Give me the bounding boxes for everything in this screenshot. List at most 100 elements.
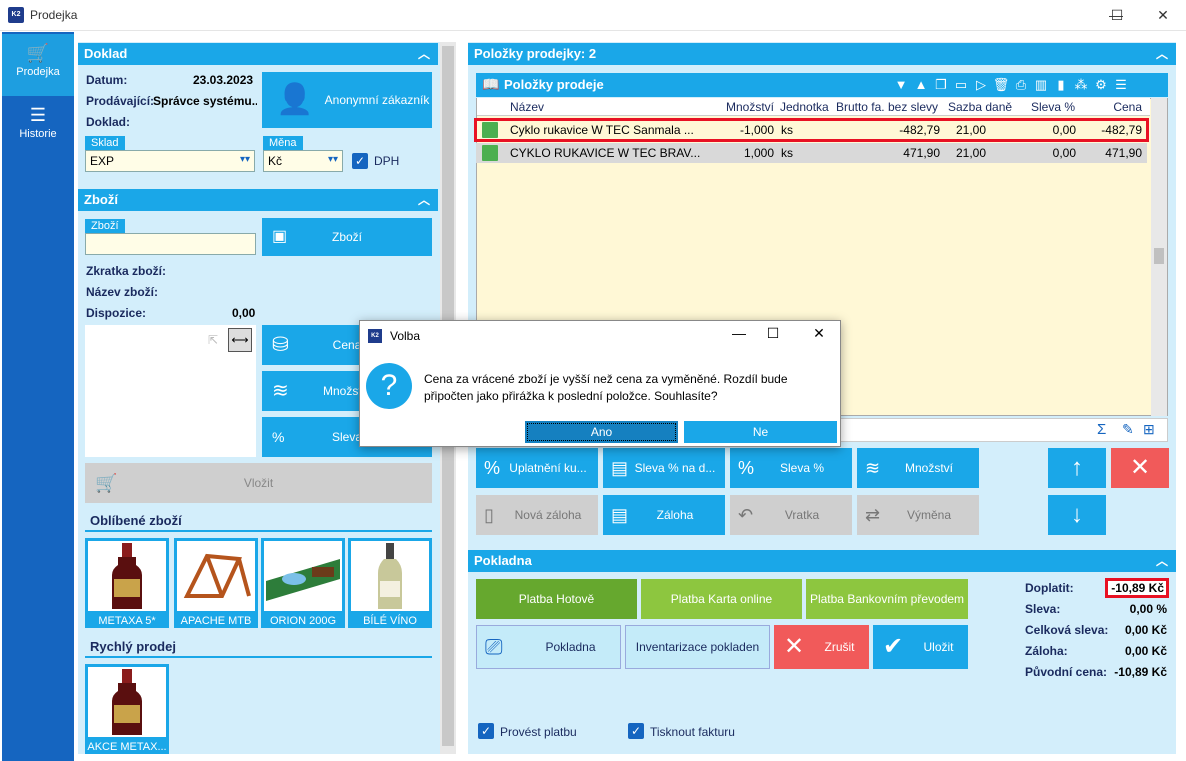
menu-icon[interactable]: ☰ bbox=[1111, 77, 1131, 93]
nav-historie[interactable]: ☰ Historie bbox=[2, 96, 74, 158]
document-icon[interactable]: ▭ bbox=[951, 77, 971, 93]
quick-product-metaxa[interactable]: AKCE METAX... bbox=[85, 664, 169, 754]
col-brutto[interactable]: Brutto fa. bez slevy bbox=[835, 97, 938, 117]
uplatneni-button[interactable]: % Uplatnění ku... bbox=[476, 448, 598, 488]
print-icon[interactable]: ⎙ bbox=[1011, 77, 1031, 93]
nova-zaloha-button[interactable]: ▯ Nová záloha bbox=[476, 495, 598, 535]
title-bar: K2 Prodejka — ☐ ✕ bbox=[0, 0, 1186, 31]
collapse-chevron-icon[interactable]: ︿ bbox=[414, 43, 434, 65]
wine-bottle-image bbox=[351, 541, 429, 611]
zbozi-input[interactable] bbox=[85, 233, 256, 255]
col-nazev[interactable]: Název bbox=[510, 97, 544, 117]
polozky-header: Položky prodejky: 2 ︿ bbox=[468, 43, 1176, 65]
table-row[interactable]: Cyklo rukavice W TEC Sanmala ... -1,000 … bbox=[474, 118, 1149, 142]
customer-button-label: Anonymní zákazník bbox=[324, 93, 430, 107]
anonymous-customer-button[interactable]: 👤 Anonymní zákazník bbox=[262, 72, 432, 128]
table-row[interactable]: CYKLO RUKAVICE W TEC BRAV... 1,000 ks 47… bbox=[476, 143, 1147, 163]
sklad-tag: Sklad bbox=[85, 136, 125, 150]
dispozice-value: 0,00 bbox=[232, 306, 256, 320]
platba-bank-button[interactable]: Platba Bankovním převodem bbox=[806, 579, 968, 619]
col-jednotka[interactable]: Jednotka bbox=[780, 97, 829, 117]
col-mnozstvi[interactable]: Množství bbox=[707, 97, 774, 117]
collapse-chevron-icon[interactable]: ︿ bbox=[414, 189, 434, 211]
platba-hotove-button[interactable]: Platba Hotově bbox=[476, 579, 637, 619]
layers-icon: ≋ bbox=[272, 380, 289, 402]
sklad-select[interactable]: EXP ▾▾ bbox=[85, 150, 255, 172]
dropdown-icon: ▾▾ bbox=[239, 154, 250, 165]
nova-zaloha-label: Nová záloha bbox=[514, 508, 582, 522]
col-cena[interactable]: Cena bbox=[1077, 97, 1142, 117]
zaloha-button[interactable]: ▤ Záloha bbox=[603, 495, 725, 535]
add-table-icon[interactable]: ⊞ bbox=[1143, 421, 1155, 438]
vlozit-button[interactable]: 🛒 Vložit bbox=[85, 463, 432, 503]
close-window-button[interactable]: ✕ bbox=[1140, 0, 1186, 31]
pokladna-header: Pokladna ︿ bbox=[468, 550, 1176, 572]
up-icon[interactable]: ▲ bbox=[911, 77, 931, 92]
ano-button[interactable]: Ano bbox=[525, 421, 678, 443]
coins-icon: ⛁ bbox=[272, 334, 289, 356]
ne-button[interactable]: Ne bbox=[684, 421, 837, 443]
chart-icon[interactable]: ▥ bbox=[1031, 77, 1051, 93]
row-mnozstvi: -1,000 bbox=[739, 123, 774, 137]
col-sazba[interactable]: Sazba daně bbox=[948, 97, 1012, 117]
celkova-sleva-label: Celková sleva: bbox=[1025, 623, 1109, 637]
filter-icon[interactable]: ▼ bbox=[891, 77, 911, 92]
bike-frame-image bbox=[177, 541, 255, 611]
vratka-button[interactable]: ↶ Vratka bbox=[730, 495, 852, 535]
nazev-zbozi-label: Název zboží: bbox=[86, 285, 159, 299]
dialog-maximize-button[interactable]: ☐ bbox=[758, 325, 788, 342]
sum-icon[interactable]: Σ bbox=[1097, 421, 1106, 438]
resize-horizontal-icon[interactable]: ⟷ bbox=[228, 328, 252, 352]
fav-product-bile-vino[interactable]: BÍLÉ VÍNO bbox=[348, 538, 432, 628]
move-up-button[interactable]: ↑ bbox=[1048, 448, 1106, 488]
zrusit-button[interactable]: ✕ Zrušit bbox=[774, 625, 869, 669]
pokladna-button[interactable]: ⎚ Pokladna bbox=[476, 625, 621, 669]
x-icon: ✕ bbox=[784, 633, 805, 660]
vratka-label: Vratka bbox=[784, 508, 820, 522]
close-icon: ✕ bbox=[813, 325, 825, 341]
volba-dialog: K2 Volba — ☐ ✕ ? Cena za vrácené zboží j… bbox=[359, 320, 841, 447]
zrusit-label: Zrušit bbox=[824, 640, 855, 654]
vymena-button[interactable]: ⇄ Výměna bbox=[857, 495, 979, 535]
dialog-close-button[interactable]: ✕ bbox=[804, 325, 834, 342]
tisknout-fakturu-checkbox[interactable]: ✓ bbox=[628, 723, 644, 739]
provest-platbu-checkbox[interactable]: ✓ bbox=[478, 723, 494, 739]
row-nazev: Cyklo rukavice W TEC Sanmala ... bbox=[510, 123, 694, 137]
zbozi-button[interactable]: ▣ Zboží bbox=[262, 218, 432, 256]
external-link-icon[interactable]: ⇱ bbox=[208, 333, 218, 347]
check-icon: ✔ bbox=[883, 633, 904, 660]
doklad-title: Doklad bbox=[84, 46, 128, 61]
grid-scrollbar[interactable] bbox=[1151, 98, 1167, 416]
sleva-button[interactable]: % Sleva % bbox=[730, 448, 852, 488]
col-sleva[interactable]: Sleva % bbox=[1015, 97, 1075, 117]
edit-icon[interactable]: ✎ bbox=[1122, 421, 1134, 438]
nav-prodejka[interactable]: 🛒 Prodejka bbox=[2, 34, 74, 96]
delete-icon[interactable]: 🗑 bbox=[991, 77, 1011, 93]
collapse-chevron-icon[interactable]: ︿ bbox=[1152, 550, 1172, 572]
platba-karta-button[interactable]: Platba Karta online bbox=[641, 579, 802, 619]
move-down-button[interactable]: ↓ bbox=[1048, 495, 1106, 535]
delete-row-button[interactable]: ✕ bbox=[1111, 448, 1169, 488]
settings-icon[interactable]: ⚙ bbox=[1091, 77, 1111, 93]
window-title: Prodejka bbox=[30, 8, 78, 22]
mnozstvi-button[interactable]: ≋ Množství bbox=[857, 448, 979, 488]
cena-button-label: Cena bbox=[332, 338, 362, 352]
dialog-title: Volba bbox=[390, 329, 421, 343]
dph-checkbox[interactable]: ✓ bbox=[352, 153, 368, 169]
fav-product-apache[interactable]: APACHE MTB bbox=[174, 538, 258, 628]
copy-icon[interactable]: ❐ bbox=[931, 77, 951, 93]
barcode-icon[interactable]: ▮ bbox=[1051, 77, 1071, 93]
mena-select[interactable]: Kč ▾▾ bbox=[263, 150, 343, 172]
dialog-minimize-button[interactable]: — bbox=[724, 325, 754, 341]
mena-tag: Měna bbox=[263, 136, 303, 150]
fav-product-metaxa[interactable]: METAXA 5* bbox=[85, 538, 169, 628]
collapse-chevron-icon[interactable]: ︿ bbox=[1152, 43, 1172, 65]
user-icon: 👤 bbox=[276, 83, 314, 116]
cluster-icon[interactable]: ⁂ bbox=[1071, 77, 1091, 93]
inventarizace-button[interactable]: Inventarizace pokladen bbox=[625, 625, 770, 669]
fav-product-orion[interactable]: ORION 200G bbox=[261, 538, 345, 628]
sleva-na-doklad-button[interactable]: ▤ Sleva % na d... bbox=[603, 448, 725, 488]
maximize-button[interactable]: ☐ bbox=[1094, 0, 1140, 31]
ulozit-button[interactable]: ✔ Uložit bbox=[873, 625, 968, 669]
play-icon[interactable]: ▷ bbox=[971, 77, 991, 93]
